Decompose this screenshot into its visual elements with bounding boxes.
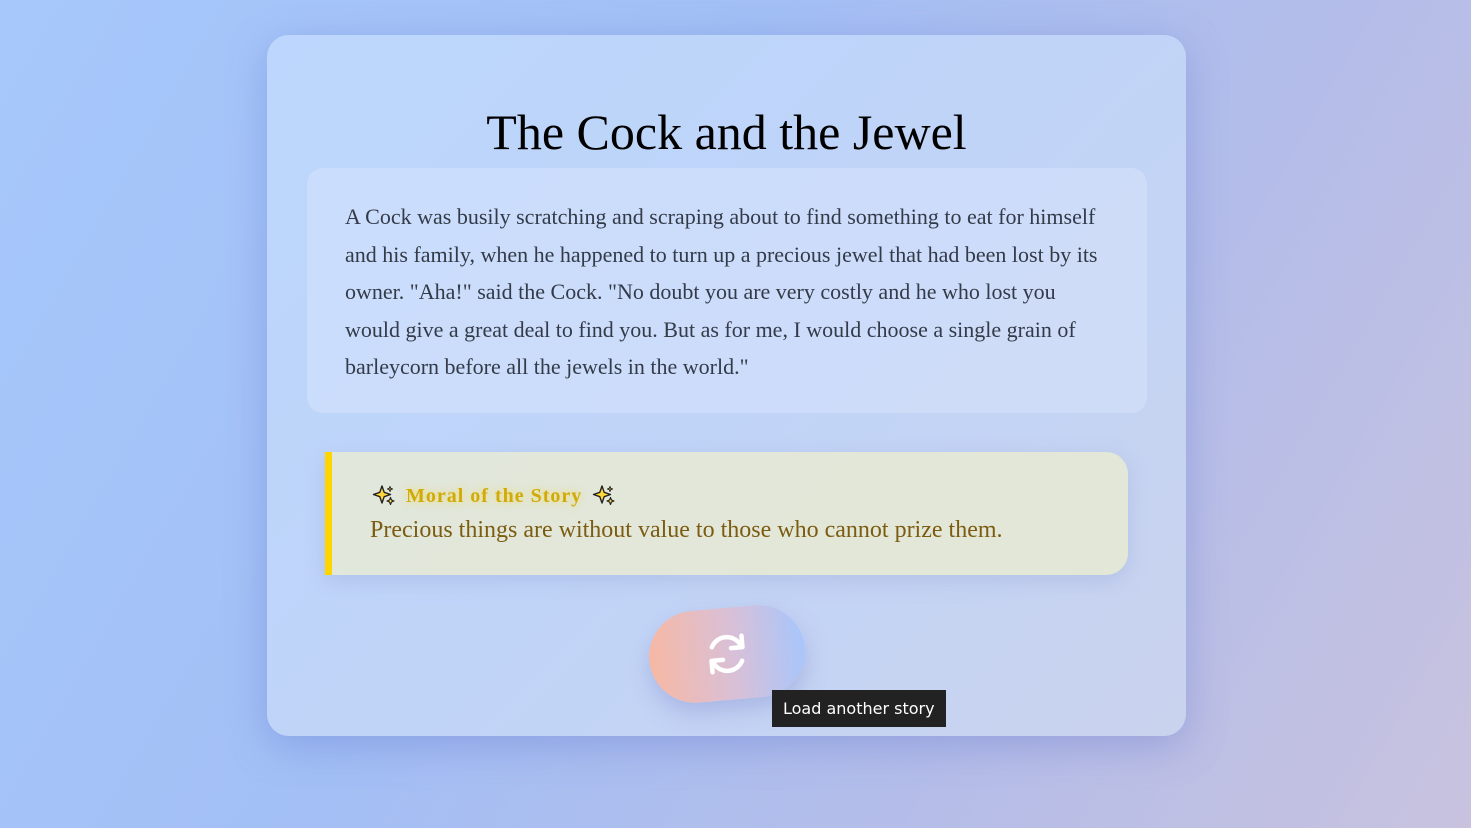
moral-heading: Moral of the Story	[370, 482, 1128, 510]
story-card: The Cock and the Jewel A Cock was busily…	[267, 35, 1186, 736]
story-body-text: A Cock was busily scratching and scrapin…	[345, 204, 1098, 379]
sparkles-icon	[593, 485, 615, 506]
reload-tooltip: Load another story	[772, 690, 946, 727]
story-title: The Cock and the Jewel	[486, 104, 967, 160]
sparkles-icon	[372, 485, 395, 506]
moral-panel: Moral of the Story Precious things are w…	[325, 452, 1128, 575]
story-body-panel: A Cock was busily scratching and scrapin…	[307, 168, 1147, 413]
moral-text: Precious things are without value to tho…	[370, 517, 1003, 543]
refresh-icon	[709, 633, 745, 675]
moral-heading-label: Moral of the Story	[406, 484, 583, 507]
